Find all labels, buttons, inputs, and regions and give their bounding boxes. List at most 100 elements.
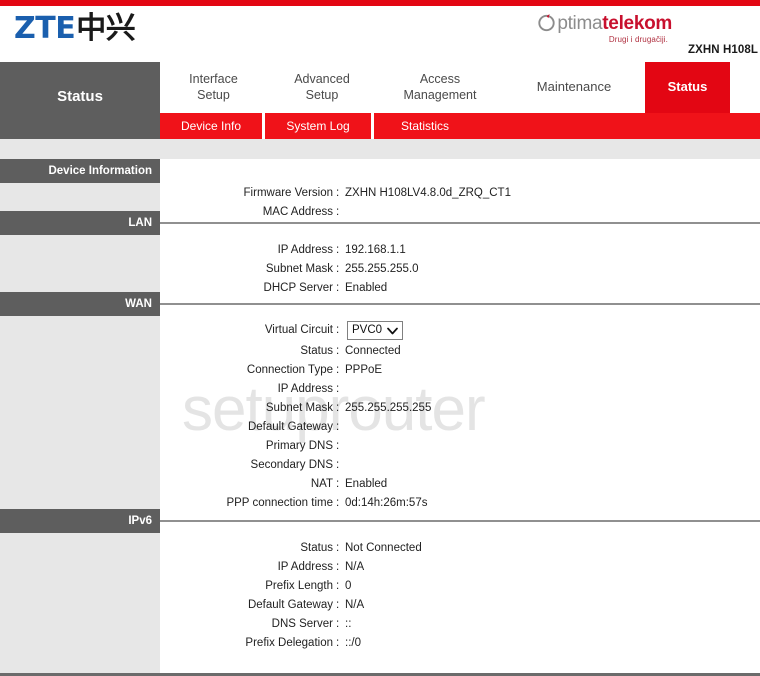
section-divider-lan — [160, 222, 760, 224]
colon: : — [336, 344, 340, 357]
colon: : — [336, 636, 340, 649]
value-ipv6-ip-address: N/A — [345, 560, 365, 573]
colon: : — [336, 243, 340, 256]
section-heading-lan: LAN — [0, 211, 160, 235]
field-row-wan-default-gateway: Default Gateway : — [160, 417, 760, 436]
section-heading-ipv6: IPv6 — [0, 509, 160, 533]
value-lan-ip-address: 192.168.1.1 — [345, 243, 406, 256]
colon: : — [336, 598, 340, 611]
tab-maintenance-label: Maintenance — [536, 79, 612, 95]
label-connection-type: Connection Type — [246, 363, 333, 376]
tab-maintenance[interactable]: Maintenance — [503, 62, 645, 113]
value-dns-server: :: — [345, 617, 352, 630]
field-row-ipv6-default-gateway: Default Gateway : N/A — [160, 595, 760, 614]
subtab-device-info[interactable]: Device Info — [160, 113, 262, 139]
tab-interface-setup-line1: Interface — [189, 71, 238, 86]
colon: : — [336, 324, 340, 336]
label-ipv6-status: Status — [300, 541, 333, 554]
tab-advanced-setup-line2: Setup — [305, 87, 339, 102]
subtab-statistics[interactable]: Statistics — [374, 113, 476, 139]
label-primary-dns: Primary DNS — [265, 439, 333, 452]
optima-word-grey: ptima — [557, 13, 603, 34]
value-prefix-delegation: ::/0 — [345, 636, 361, 649]
value-connection-type: PPPoE — [345, 363, 383, 376]
field-row-lan-ip-address: IP Address : 192.168.1.1 — [160, 240, 760, 259]
field-row-secondary-dns: Secondary DNS : — [160, 455, 760, 474]
tab-status[interactable]: Status — [645, 62, 730, 113]
field-row-primary-dns: Primary DNS : — [160, 436, 760, 455]
field-row-dns-server: DNS Server : :: — [160, 614, 760, 633]
optima-telekom-logo: ptimatelekom Drugi i drugačiji. — [537, 13, 672, 44]
tab-advanced-setup[interactable]: Advanced Setup — [267, 62, 377, 113]
value-wan-subnet-mask: 255.255.255.255 — [345, 401, 432, 414]
colon: : — [336, 496, 340, 509]
optima-word-red: telekom — [602, 13, 672, 34]
value-ppp-connection-time: 0d:14h:26m:57s — [345, 496, 428, 509]
colon: : — [336, 186, 340, 199]
label-nat: NAT — [310, 477, 333, 490]
value-ipv6-status: Not Connected — [345, 541, 422, 554]
top-spacer-band — [0, 139, 760, 159]
colon: : — [336, 205, 340, 218]
subtab-system-log[interactable]: System Log — [265, 113, 371, 139]
main-tabs: Interface Setup Advanced Setup Access Ma… — [160, 62, 760, 113]
value-wan-status: Connected — [345, 344, 401, 357]
sub-tabs: Device Info System Log Statistics — [160, 113, 760, 139]
left-gray-column — [0, 159, 160, 676]
label-lan-subnet-mask: Subnet Mask — [265, 262, 333, 275]
colon: : — [336, 579, 340, 592]
subtab-filler — [476, 113, 760, 139]
colon: : — [336, 439, 340, 452]
value-prefix-length: 0 — [345, 579, 352, 592]
colon: : — [336, 281, 340, 294]
colon: : — [336, 617, 340, 630]
label-virtual-circuit: Virtual Circuit — [264, 324, 333, 336]
label-mac-address: MAC Address — [262, 205, 333, 218]
colon: : — [336, 382, 340, 395]
colon: : — [336, 363, 340, 376]
colon: : — [336, 560, 340, 573]
label-wan-ip-address: IP Address — [277, 382, 333, 395]
brand-header: ZTE中兴 ptimatelekom Drugi i drugačiji. ZX… — [0, 6, 760, 62]
field-row-mac-address: MAC Address : — [160, 202, 760, 221]
field-row-wan-subnet-mask: Subnet Mask : 255.255.255.255 — [160, 398, 760, 417]
field-row-prefix-length: Prefix Length : 0 — [160, 576, 760, 595]
section-divider-ipv6 — [160, 520, 760, 522]
zte-logo-latin: ZTE — [14, 11, 76, 46]
field-row-virtual-circuit: Virtual Circuit : PVC0 — [160, 319, 760, 341]
colon: : — [336, 262, 340, 275]
value-nat: Enabled — [345, 477, 388, 490]
tab-access-management-line2: Management — [403, 87, 477, 102]
field-row-connection-type: Connection Type : PPPoE — [160, 360, 760, 379]
label-wan-default-gateway: Default Gateway — [247, 420, 333, 433]
field-row-ipv6-status: Status : Not Connected — [160, 538, 760, 557]
label-ppp-connection-time: PPP connection time — [226, 496, 333, 509]
label-prefix-length: Prefix Length — [265, 579, 333, 592]
tab-access-management-line1: Access — [419, 71, 461, 86]
colon: : — [336, 541, 340, 554]
tab-interface-setup[interactable]: Interface Setup — [160, 62, 267, 113]
tab-access-management[interactable]: Access Management — [377, 62, 503, 113]
field-row-nat: NAT : Enabled — [160, 474, 760, 493]
label-dns-server: DNS Server — [271, 617, 333, 630]
label-lan-ip-address: IP Address — [277, 243, 333, 256]
field-row-ipv6-ip-address: IP Address : N/A — [160, 557, 760, 576]
field-row-wan-status: Status : Connected — [160, 341, 760, 360]
field-row-prefix-delegation: Prefix Delegation : ::/0 — [160, 633, 760, 652]
router-model-name: ZXHN H108L — [687, 44, 758, 56]
virtual-circuit-select[interactable]: PVC0 — [347, 320, 403, 340]
label-dhcp-server: DHCP Server — [263, 281, 333, 294]
tab-advanced-setup-line1: Advanced — [294, 71, 350, 86]
zte-logo: ZTE中兴 — [14, 11, 136, 46]
tab-interface-setup-line2: Setup — [197, 87, 230, 102]
optima-circle-icon — [537, 13, 556, 32]
label-wan-status: Status — [300, 344, 333, 357]
zte-logo-cjk: 中兴 — [76, 11, 136, 46]
section-heading-wan: WAN — [0, 292, 160, 316]
section-divider-wan — [160, 303, 760, 305]
navigation-bar: Status Interface Setup Advanced Setup Ac… — [0, 62, 760, 139]
value-dhcp-server: Enabled — [345, 281, 388, 294]
virtual-circuit-select-wrap[interactable]: PVC0 — [345, 320, 403, 340]
value-lan-subnet-mask: 255.255.255.0 — [345, 262, 419, 275]
label-ipv6-default-gateway: Default Gateway — [247, 598, 333, 611]
